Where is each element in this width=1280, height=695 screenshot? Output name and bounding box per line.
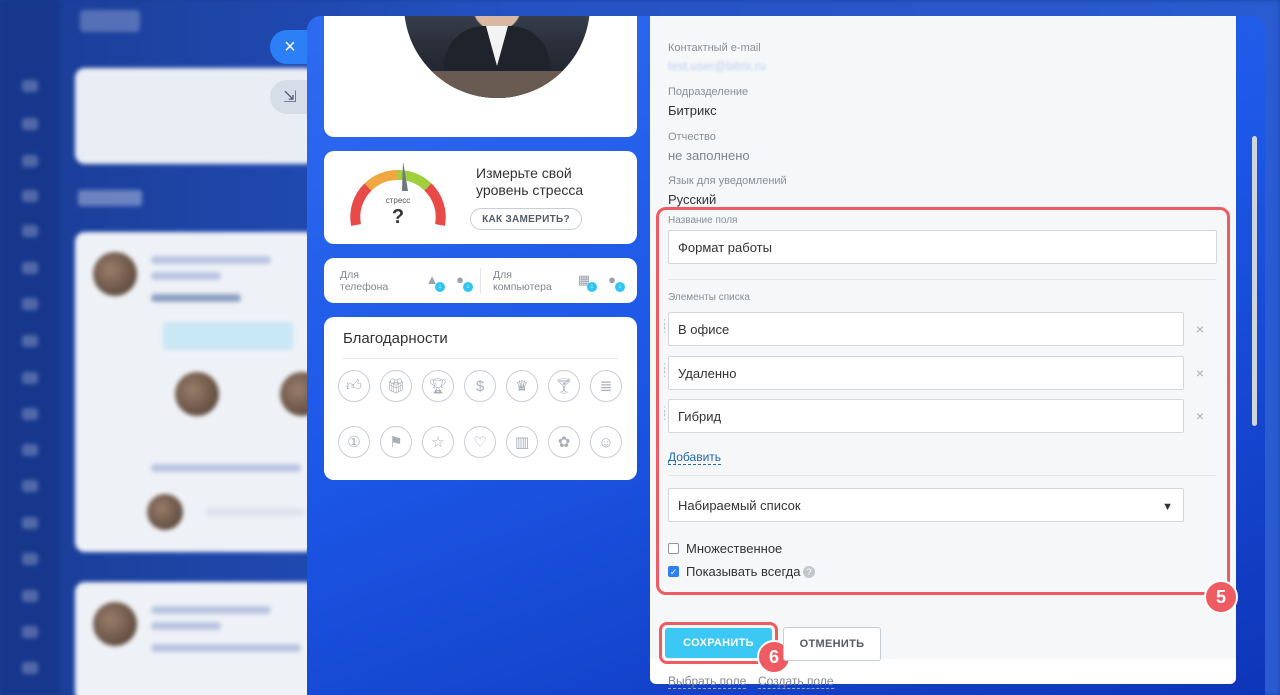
drag-handle-icon[interactable]: ⋮ ⋮ xyxy=(659,319,670,336)
close-icon: × xyxy=(284,35,296,58)
list-items-label: Элементы списка xyxy=(668,292,750,303)
phone-apps-label: Для телефона xyxy=(340,269,389,293)
list-type-select[interactable]: Набираемый список ▼ xyxy=(668,488,1184,522)
stress-gauge-value: ? xyxy=(392,206,404,228)
save-button[interactable]: СОХРАНИТЬ xyxy=(665,628,772,658)
stress-title: Измерьте свой уровень стресса xyxy=(476,165,584,198)
heart-badge-icon[interactable]: ♡ xyxy=(464,426,496,458)
multiple-checkbox[interactable] xyxy=(668,543,679,554)
background-left-menu xyxy=(0,0,60,695)
scrollbar[interactable] xyxy=(1252,136,1257,426)
drag-handle-icon[interactable]: ⋮ ⋮ xyxy=(659,363,670,380)
background-feed-post xyxy=(75,232,324,552)
create-field-link[interactable]: Создать поле xyxy=(758,674,834,689)
ios-icon[interactable]: ● ↓ xyxy=(452,272,473,292)
crown-badge-icon[interactable]: ♛ xyxy=(506,370,538,402)
remove-item-icon[interactable]: × xyxy=(1193,409,1207,423)
minimize-icon: ⇲ xyxy=(283,89,297,106)
field-editor-divider xyxy=(668,475,1216,476)
email-value[interactable]: test.user@bitrix.ru xyxy=(668,59,766,73)
flower-badge-icon[interactable]: ✿ xyxy=(548,426,580,458)
middle-name-label: Отчество xyxy=(668,131,716,143)
help-icon[interactable]: ? xyxy=(803,566,815,578)
select-field-link[interactable]: Выбрать поле xyxy=(668,674,747,689)
money-badge-icon[interactable]: $ xyxy=(464,370,496,402)
background-feed-title xyxy=(78,190,142,206)
thumbs-up-badge-icon[interactable]: 👍︎ xyxy=(338,370,370,402)
background-feed-post-2 xyxy=(75,582,315,695)
remove-item-icon[interactable]: × xyxy=(1193,322,1207,336)
list-item-input[interactable]: Гибрид xyxy=(668,399,1184,433)
language-label: Язык для уведомлений xyxy=(668,175,787,187)
computer-apps-label: Для компьютера xyxy=(493,269,552,293)
profile-slider: стресс ? Измерьте свой уровень стресса К… xyxy=(307,16,1265,695)
email-label: Контактный e-mail xyxy=(668,42,761,54)
stress-gauge-label: стресс xyxy=(386,196,411,205)
cup-badge-icon[interactable]: 🏆︎ xyxy=(422,370,454,402)
field-editor: Название поля Формат работы Элементы спи… xyxy=(656,207,1230,595)
apps-card: Для телефона ▲ ↓ ● ↓ Для компьютера ▦ ↓ ● ↓ xyxy=(324,258,637,303)
android-icon[interactable]: ▲ ↓ xyxy=(424,272,445,292)
add-item-link[interactable]: Добавить xyxy=(668,450,722,465)
windows-icon[interactable]: ▦ ↓ xyxy=(576,272,597,292)
beer-badge-icon[interactable]: ▥ xyxy=(506,426,538,458)
show-always-label[interactable]: Показывать всегда xyxy=(686,564,800,579)
stress-card: стресс ? Измерьте свой уровень стресса К… xyxy=(324,151,637,244)
background-logo xyxy=(80,10,140,32)
profile-photo-card xyxy=(324,16,637,137)
number-one-badge-icon[interactable]: ① xyxy=(338,426,370,458)
apple-icon[interactable]: ● ↓ xyxy=(604,272,625,292)
cake-badge-icon[interactable]: ≣ xyxy=(590,370,622,402)
drink-badge-icon[interactable]: 🍸︎ xyxy=(548,370,580,402)
measure-stress-button[interactable]: КАК ЗАМЕРИТЬ? xyxy=(470,208,582,230)
remove-item-icon[interactable]: × xyxy=(1193,366,1207,380)
field-name-input[interactable]: Формат работы xyxy=(668,230,1217,264)
department-value: Битрикс xyxy=(668,103,717,118)
field-editor-divider xyxy=(668,279,1216,280)
show-always-checkbox[interactable]: ✓ xyxy=(668,566,679,577)
thanks-title: Благодарности xyxy=(343,330,448,347)
profile-fields-panel: Контактный e-mail test.user@bitrix.ru По… xyxy=(650,16,1238,689)
chevron-down-icon: ▼ xyxy=(1162,501,1173,513)
field-name-label: Название поля xyxy=(668,215,738,226)
step-badge-5: 5 xyxy=(1204,580,1238,614)
gift-badge-icon[interactable]: 🎁︎ xyxy=(380,370,412,402)
middle-name-value: не заполнено xyxy=(668,148,750,163)
language-value: Русский xyxy=(668,192,717,207)
cancel-button[interactable]: ОТМЕНИТЬ xyxy=(783,627,881,661)
list-type-value: Набираемый список xyxy=(678,497,801,513)
thanks-card: Благодарности 👍︎ 🎁︎ 🏆︎ $ ♛ 🍸︎ ≣ ① ⚑ ☆ ♡ … xyxy=(324,317,637,480)
stress-gauge-icon: стресс ? xyxy=(350,163,446,228)
flag-badge-icon[interactable]: ⚑ xyxy=(380,426,412,458)
department-label: Подразделение xyxy=(668,86,749,98)
smile-badge-icon[interactable]: ☺ xyxy=(590,426,622,458)
apps-divider xyxy=(480,268,481,294)
list-item-input[interactable]: В офисе xyxy=(668,312,1184,346)
profile-photo[interactable] xyxy=(404,16,590,98)
star-badge-icon[interactable]: ☆ xyxy=(422,426,454,458)
minimize-slider-button[interactable]: ⇲ xyxy=(270,80,310,114)
multiple-label[interactable]: Множественное xyxy=(686,541,782,556)
drag-handle-icon[interactable]: ⋮ ⋮ xyxy=(659,406,670,423)
close-slider-button[interactable]: × xyxy=(270,30,310,64)
list-item-input[interactable]: Удаленно xyxy=(668,356,1184,390)
thanks-divider xyxy=(343,358,619,359)
